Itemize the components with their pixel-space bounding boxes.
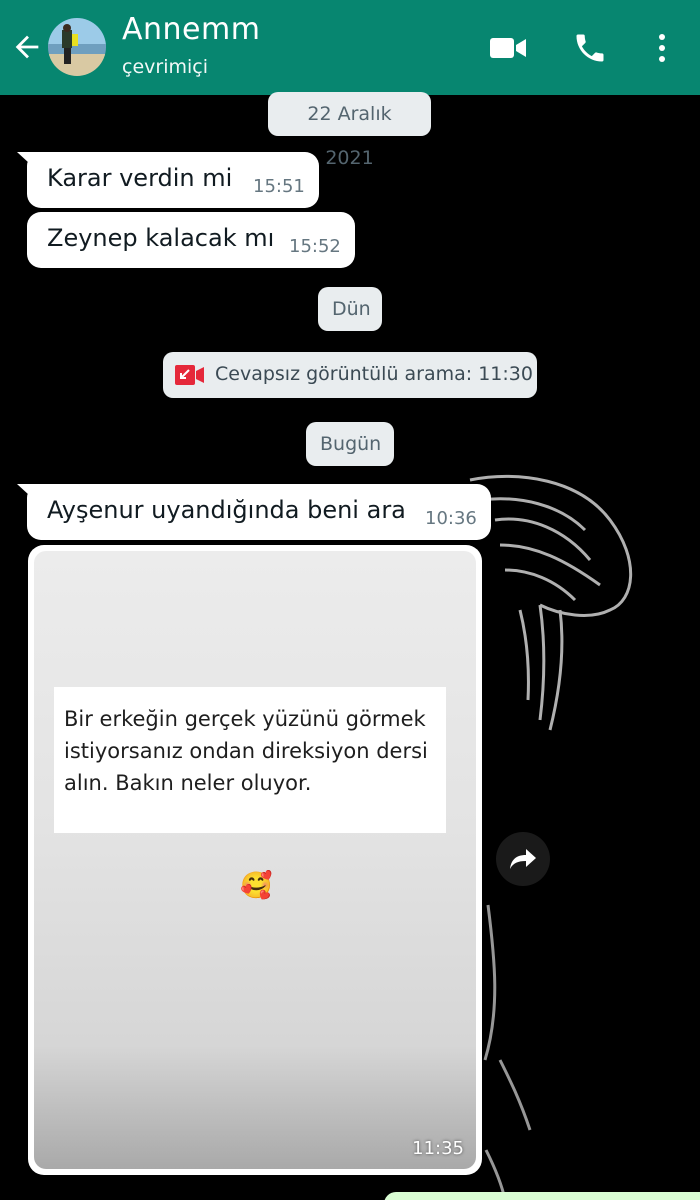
more-vertical-icon[interactable]	[650, 30, 674, 66]
date-separator: Dün	[318, 287, 382, 331]
message-text: Karar verdin mi	[47, 164, 233, 192]
contact-status: çevrimiçi	[122, 56, 208, 78]
date-label: Dün	[332, 298, 371, 320]
avatar[interactable]	[48, 18, 106, 76]
contact-name[interactable]: Annemm	[122, 12, 260, 47]
outgoing-message[interactable]	[384, 1192, 700, 1200]
forward-button[interactable]	[496, 832, 550, 886]
video-camera-icon[interactable]	[488, 32, 528, 64]
date-label: Bugün	[320, 433, 382, 455]
message-text: Ayşenur uyandığında beni ara	[47, 496, 406, 524]
message-time: 15:52	[289, 236, 341, 257]
phone-icon[interactable]	[572, 30, 608, 66]
forward-arrow-icon	[510, 849, 536, 869]
message-time: 10:36	[425, 508, 477, 529]
missed-call-text: Cevapsız görüntülü arama: 11:30	[215, 363, 533, 385]
quote-card: Bir erkeğin gerçek yüzünü görmek istiyor…	[54, 687, 446, 833]
smiling-hearts-emoji: 🥰	[240, 871, 273, 901]
incoming-message[interactable]: Ayşenur uyandığında beni ara 10:36	[17, 484, 491, 540]
message-time: 15:51	[253, 176, 305, 197]
quote-line: Bir erkeğin gerçek yüzünü görmek	[64, 707, 426, 731]
bubble-tail	[17, 484, 41, 506]
avatar-photo	[48, 18, 106, 76]
image-message[interactable]: Bir erkeğin gerçek yüzünü görmek istiyor…	[28, 545, 482, 1175]
missed-video-call-icon	[175, 365, 204, 385]
shared-image[interactable]: Bir erkeğin gerçek yüzünü görmek istiyor…	[34, 551, 476, 1169]
bubble-tail	[17, 152, 41, 174]
quote-line: alın. Bakın neler oluyor.	[64, 771, 312, 795]
missed-call-notice[interactable]: Cevapsız görüntülü arama: 11:30	[163, 352, 537, 398]
chat-header: Annemm çevrimiçi	[0, 0, 700, 95]
incoming-message[interactable]: Zeynep kalacak mı 15:52	[27, 212, 355, 268]
message-time: 11:35	[412, 1138, 464, 1159]
message-text: Zeynep kalacak mı	[47, 224, 275, 252]
arrow-left-icon[interactable]	[10, 30, 44, 64]
date-separator: Bugün	[306, 422, 394, 466]
quote-line: istiyorsanız ondan direksiyon dersi	[64, 739, 428, 763]
incoming-message[interactable]: Karar verdin mi 15:51	[17, 152, 319, 208]
date-separator: 22 Aralık 2021	[268, 92, 431, 169]
